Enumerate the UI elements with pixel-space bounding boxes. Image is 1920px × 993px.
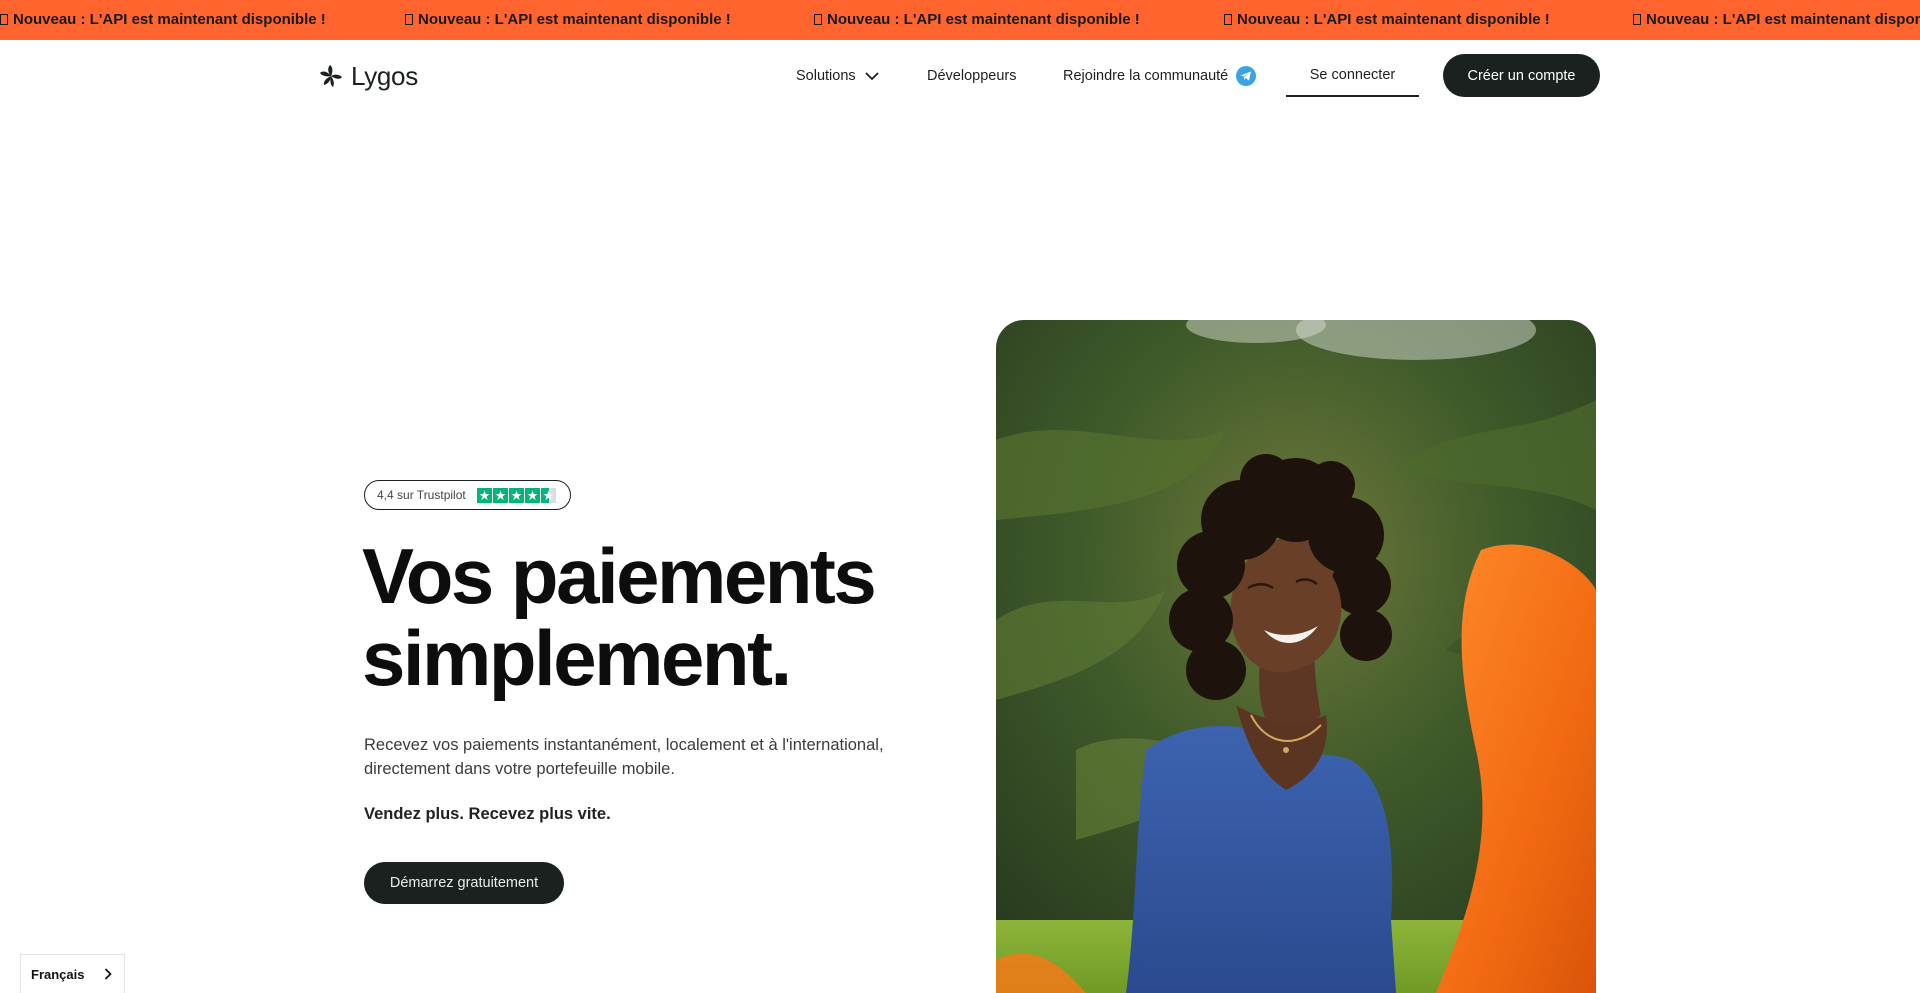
hero-photo-illustration xyxy=(996,320,1596,993)
star-half-icon xyxy=(540,487,556,503)
language-label: Français xyxy=(31,966,85,982)
trustpilot-badge[interactable]: 4,4 sur Trustpilot xyxy=(364,480,571,510)
announcement-banner: Nouveau : L'API est maintenant disponibl… xyxy=(0,0,1920,40)
telegram-icon xyxy=(1236,66,1257,86)
lygos-logo-icon xyxy=(320,65,342,87)
hero-photo xyxy=(996,320,1596,993)
signup-button[interactable]: Créer un compte xyxy=(1443,54,1600,97)
star-icon xyxy=(492,487,508,503)
nav-community[interactable]: Rejoindre la communauté xyxy=(1063,40,1257,112)
megaphone-icon xyxy=(405,14,413,25)
banner-message[interactable]: Nouveau : L'API est maintenant disponibl… xyxy=(0,0,326,40)
trustpilot-stars xyxy=(476,487,557,503)
trustpilot-rating-text: 4,4 sur Trustpilot xyxy=(377,488,466,502)
hero-title-line: Vos paiements xyxy=(362,532,877,620)
star-icon xyxy=(476,487,492,503)
banner-message[interactable]: Nouveau : L'API est maintenant disponibl… xyxy=(1224,0,1550,40)
megaphone-icon xyxy=(1633,14,1641,25)
language-selector[interactable]: Français xyxy=(20,954,125,993)
hero-tagline: Vendez plus. Recevez plus vite. xyxy=(364,805,611,823)
start-free-button[interactable]: Démarrez gratuitement xyxy=(364,862,564,904)
chevron-right-icon xyxy=(104,968,112,980)
nav-solutions[interactable]: Solutions xyxy=(796,40,879,112)
login-link[interactable]: Se connecter xyxy=(1286,54,1419,97)
megaphone-icon xyxy=(1224,14,1232,25)
banner-message[interactable]: Nouveau : L'API est maintenant disponibl… xyxy=(405,0,731,40)
hero-title: Vos paiements simplement. xyxy=(362,535,922,699)
megaphone-icon xyxy=(814,14,822,25)
star-icon xyxy=(524,487,540,503)
hero-title-line: simplement. xyxy=(362,614,792,702)
logo-link[interactable]: Lygos xyxy=(318,60,418,92)
megaphone-icon xyxy=(0,14,8,25)
hero-description: Recevez vos paiements instantanément, lo… xyxy=(364,736,884,778)
star-icon xyxy=(508,487,524,503)
chevron-down-icon xyxy=(865,71,879,80)
site-header: Lygos Solutions Développeurs Rejoindre l… xyxy=(0,40,1920,112)
banner-message[interactable]: Nouveau : L'API est maintenant disponibl… xyxy=(814,0,1140,40)
logo-text: Lygos xyxy=(351,60,418,91)
banner-message[interactable]: Nouveau : L'API est maintenant disponibl… xyxy=(1633,0,1920,40)
nav-developers[interactable]: Développeurs xyxy=(927,40,1016,112)
